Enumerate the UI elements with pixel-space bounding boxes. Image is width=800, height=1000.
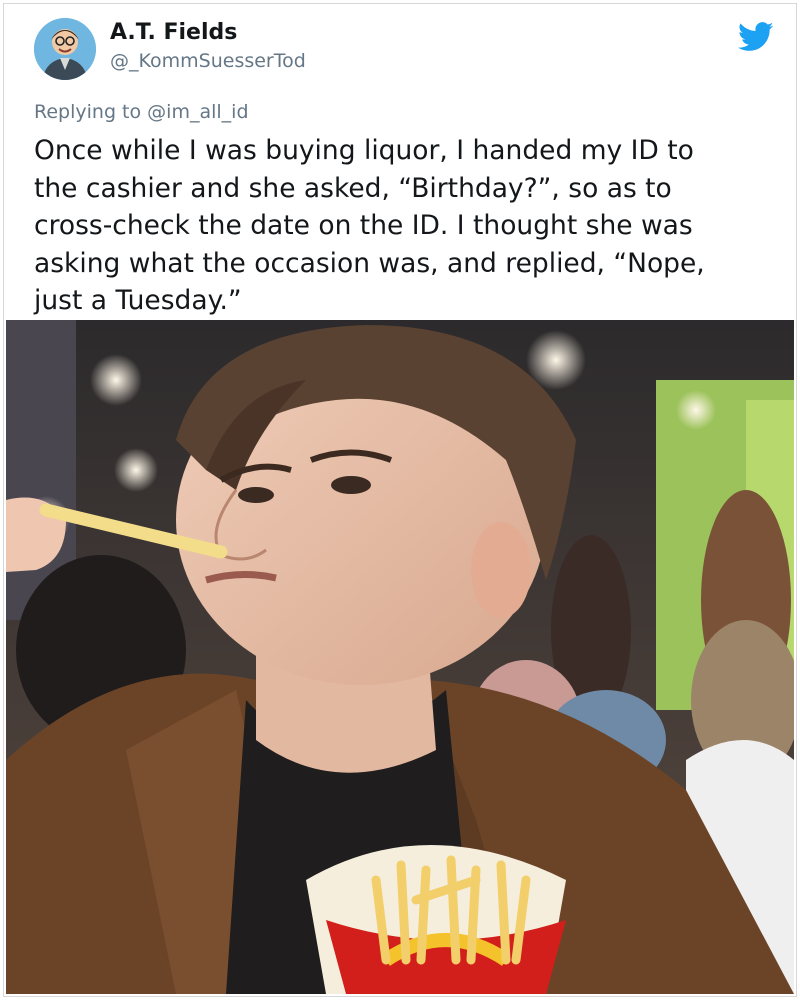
photo-illustration <box>6 320 794 994</box>
tweet-text-line: the cashier and she asked, “Birthday?”, … <box>34 172 672 204</box>
tweet-text-line: Once while I was buying liquor, I handed… <box>34 135 694 166</box>
tweet-text: Once while I was buying liquor, I handed… <box>34 132 779 320</box>
replying-to: Replying to @im_all_id <box>34 101 249 123</box>
replying-prefix: Replying to <box>34 101 142 123</box>
author-name[interactable]: A.T. Fields <box>110 20 237 45</box>
avatar[interactable] <box>34 18 96 80</box>
tweet-text-line: just a Tuesday.” <box>34 285 242 316</box>
tweet-photo[interactable] <box>6 320 794 994</box>
tweet-card: A.T. Fields @_KommSuesserTod Replying to… <box>3 3 797 997</box>
tweet-text-line: asking what the occasion was, and replie… <box>34 247 705 279</box>
author-handle[interactable]: @_KommSuesserTod <box>110 50 306 72</box>
twitter-bird-icon[interactable] <box>738 22 774 52</box>
avatar-image <box>34 18 96 80</box>
tweet-text-line: cross-check the date on the ID. I though… <box>34 210 693 241</box>
replying-to-handle[interactable]: @im_all_id <box>147 101 248 123</box>
